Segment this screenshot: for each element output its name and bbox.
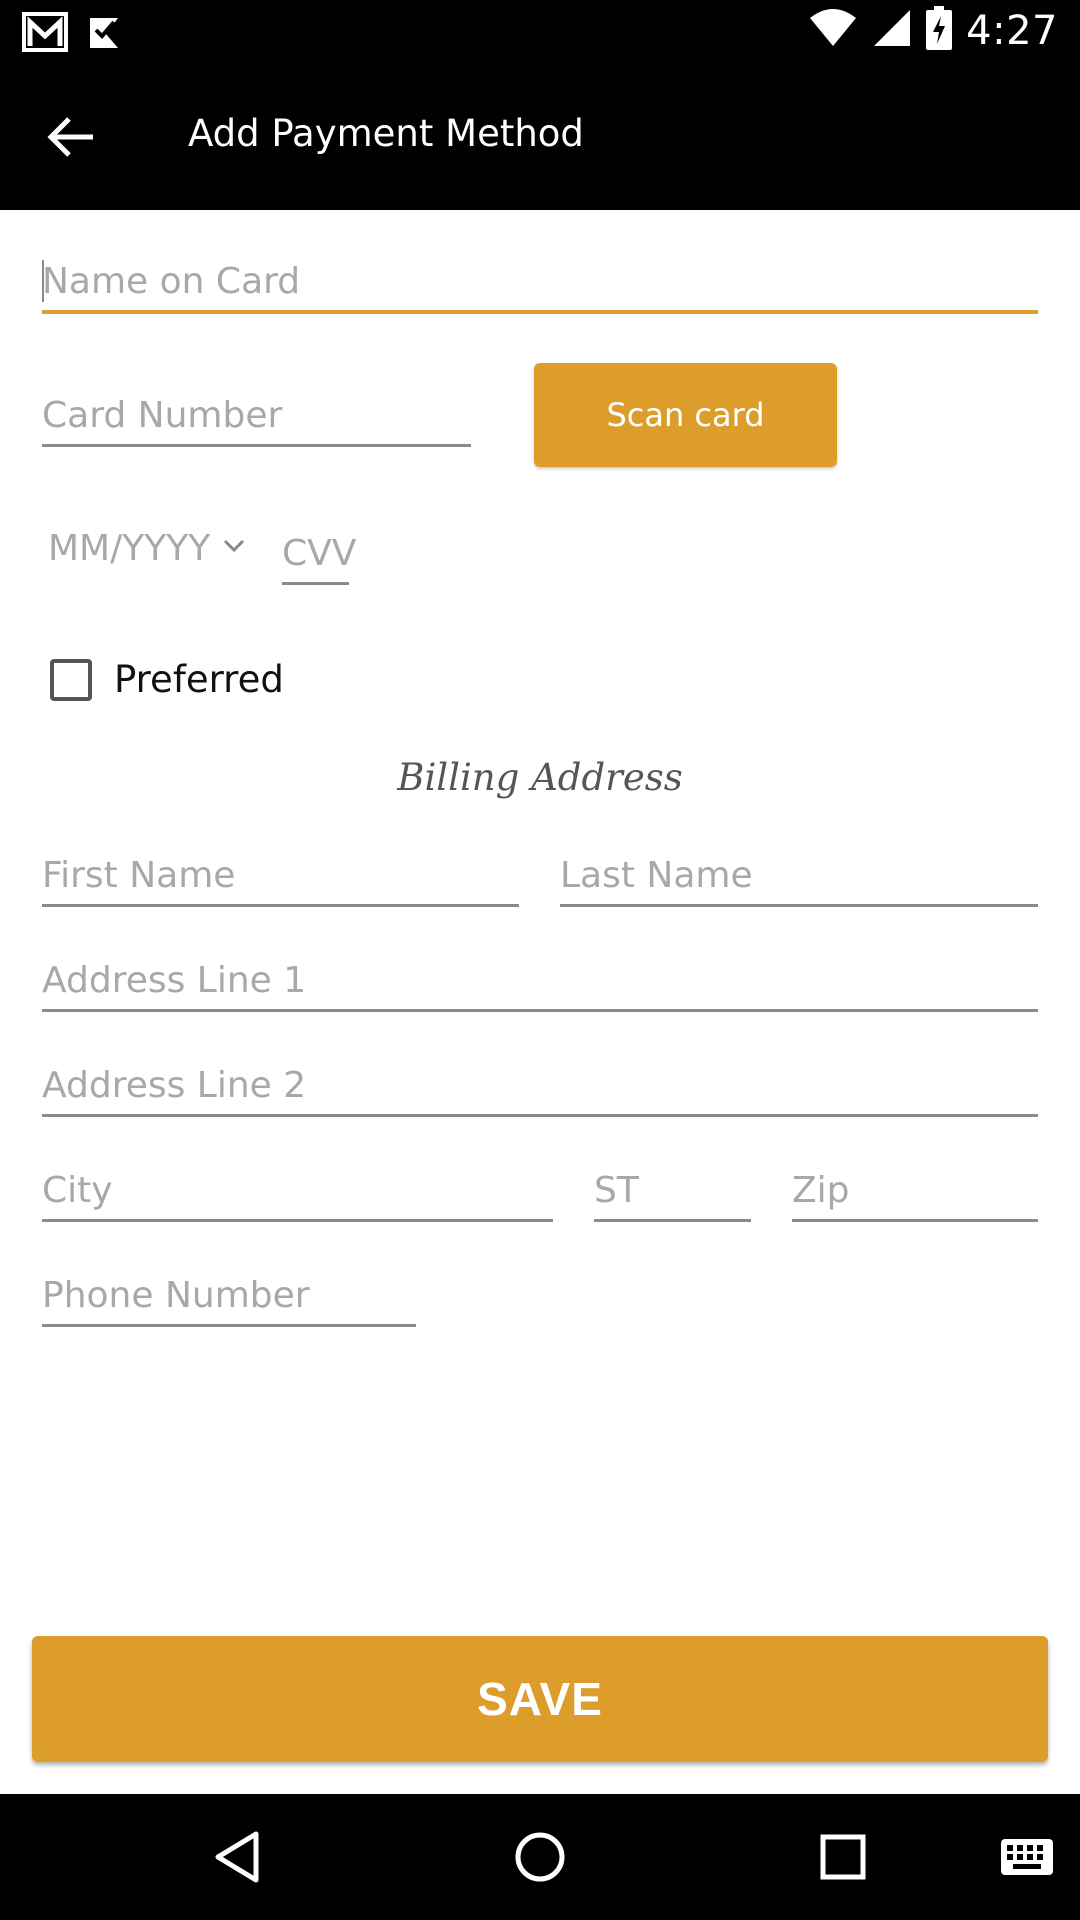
address-line-2-placeholder: Address Line 2 (42, 1065, 307, 1106)
page-title: Add Payment Method (188, 112, 584, 155)
expiry-date-dropdown[interactable]: MM/YYYY (48, 528, 246, 569)
nav-home-icon (513, 1830, 567, 1889)
preferred-checkbox-row[interactable]: Preferred (50, 658, 284, 701)
state-field[interactable]: ST (594, 1167, 751, 1222)
gmail-icon (22, 12, 68, 57)
status-bar: 4:27 (0, 0, 1080, 64)
signal-icon (872, 8, 912, 53)
expiry-placeholder: MM/YYYY (48, 528, 211, 569)
city-placeholder: City (42, 1170, 113, 1211)
nav-recents-icon (818, 1832, 868, 1887)
first-name-field[interactable]: First Name (42, 852, 519, 907)
preferred-label: Preferred (114, 658, 284, 701)
last-name-field[interactable]: Last Name (560, 852, 1038, 907)
zip-placeholder: Zip (792, 1170, 850, 1211)
address-line-1-field[interactable]: Address Line 1 (42, 957, 1038, 1012)
chevron-down-icon (222, 538, 246, 559)
address-line-1-placeholder: Address Line 1 (42, 960, 307, 1001)
system-status: 4:27 (808, 6, 1058, 55)
phone-number-field[interactable]: Phone Number (42, 1272, 416, 1327)
state-placeholder: ST (594, 1170, 639, 1211)
back-button[interactable] (36, 104, 106, 174)
address-line-2-field[interactable]: Address Line 2 (42, 1062, 1038, 1117)
keyboard-icon (999, 1837, 1055, 1882)
zip-field[interactable]: Zip (792, 1167, 1038, 1222)
cvv-placeholder: CVV (282, 533, 357, 574)
billing-address-heading: Billing Address (397, 756, 683, 799)
battery-charging-icon (926, 6, 953, 55)
city-field[interactable]: City (42, 1167, 553, 1222)
wifi-icon (808, 8, 858, 53)
system-nav-bar (0, 1794, 1080, 1920)
notification-icons (22, 12, 122, 57)
keyboard-switch-button[interactable] (992, 1824, 1062, 1894)
name-on-card-placeholder: Name on Card (42, 261, 301, 302)
cvv-field[interactable]: CVV (282, 530, 356, 585)
phone-number-placeholder: Phone Number (42, 1275, 310, 1316)
card-number-field[interactable]: Card Number (42, 392, 471, 447)
scan-card-button[interactable]: Scan card (534, 363, 837, 467)
nav-home-button[interactable] (505, 1824, 575, 1894)
preferred-checkbox[interactable] (50, 658, 92, 701)
arrow-back-icon (47, 115, 95, 164)
check-app-icon (86, 14, 122, 55)
nav-back-icon (212, 1830, 262, 1889)
last-name-placeholder: Last Name (560, 855, 753, 896)
app-bar: Add Payment Method (0, 64, 1080, 210)
nav-back-button[interactable] (202, 1824, 272, 1894)
name-on-card-field[interactable]: Name on Card (42, 252, 1038, 314)
nav-recents-button[interactable] (808, 1824, 878, 1894)
first-name-placeholder: First Name (42, 855, 236, 896)
clock: 4:27 (966, 7, 1058, 54)
save-button[interactable]: SAVE (32, 1636, 1048, 1762)
card-number-placeholder: Card Number (42, 395, 283, 436)
